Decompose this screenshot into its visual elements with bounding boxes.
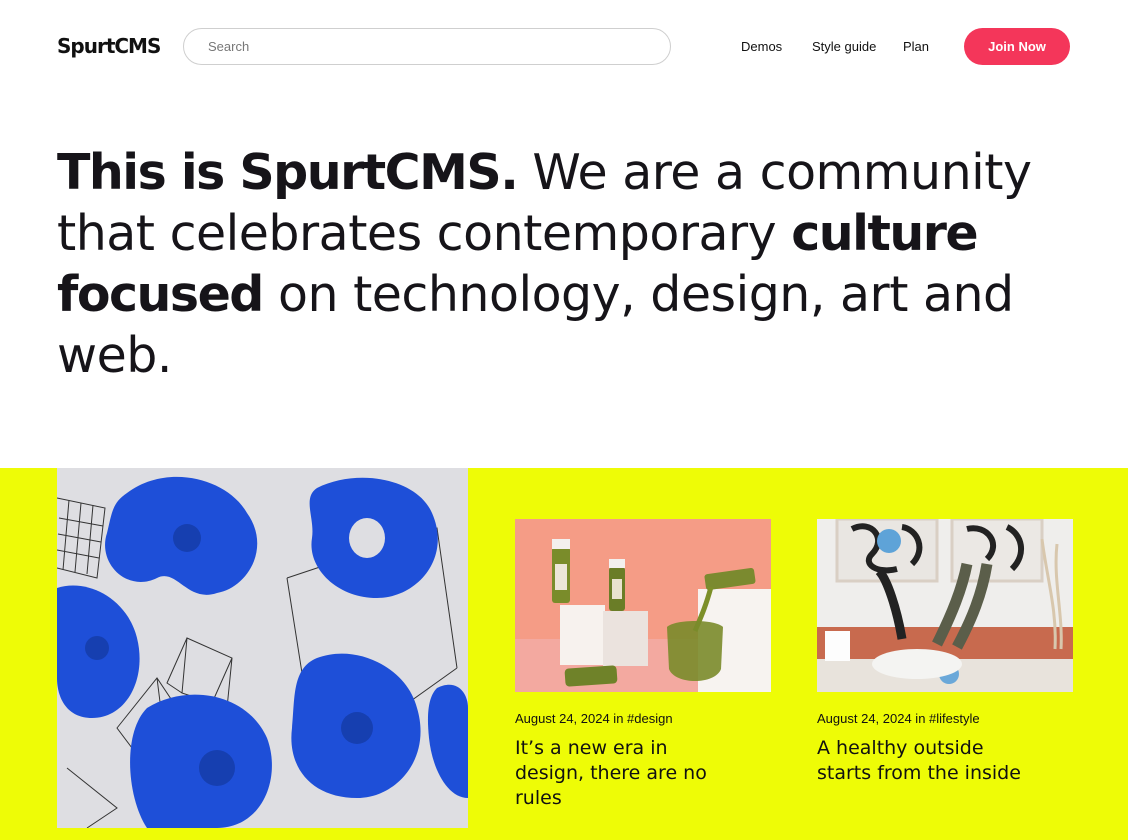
hero-headline: This is SpurtCMS. We are a community tha… <box>57 142 1047 386</box>
post-card: August 24, 2024 in #design It’s a new er… <box>515 519 771 811</box>
couple-on-bed-image <box>817 519 1073 692</box>
post-thumbnail[interactable] <box>817 519 1073 692</box>
feature-post-image[interactable] <box>57 468 468 828</box>
search-bar[interactable] <box>183 28 671 65</box>
post-title[interactable]: It’s a new era in design, there are no r… <box>515 736 735 811</box>
site-logo[interactable]: SpurtCMS <box>57 34 161 58</box>
post-card: August 24, 2024 in #lifestyle A healthy … <box>817 519 1073 786</box>
blue-3d-shapes-image <box>57 468 468 828</box>
hero-bold-intro: This is SpurtCMS. <box>57 144 519 201</box>
nav-style-guide-link[interactable]: Style guide <box>812 39 876 54</box>
nav-demos-link[interactable]: Demos <box>741 39 782 54</box>
post-thumbnail[interactable] <box>515 519 771 692</box>
post-meta: August 24, 2024 in #lifestyle <box>817 711 980 726</box>
juice-bottles-image <box>515 519 771 692</box>
join-now-button[interactable]: Join Now <box>964 28 1070 65</box>
site-header: SpurtCMS Demos Style guide Plan Join Now <box>0 0 1128 93</box>
search-input[interactable] <box>184 29 670 64</box>
post-meta: August 24, 2024 in #design <box>515 711 673 726</box>
nav-plan-link[interactable]: Plan <box>903 39 929 54</box>
post-title[interactable]: A healthy outside starts from the inside <box>817 736 1037 786</box>
